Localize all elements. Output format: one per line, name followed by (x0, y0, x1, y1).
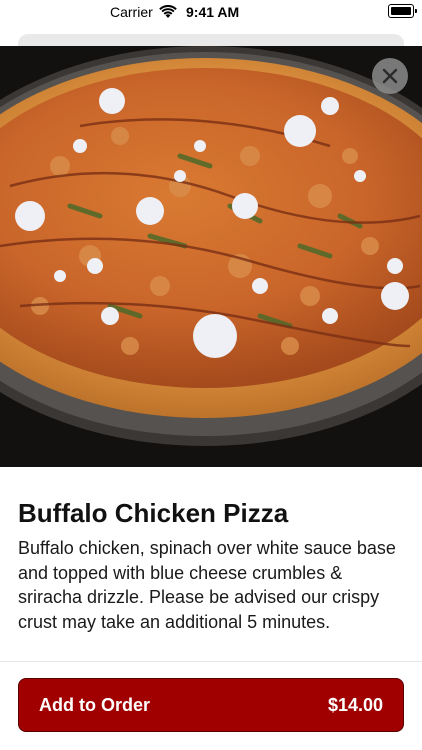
wifi-icon (158, 5, 177, 18)
price-label: $14.00 (327, 694, 383, 715)
status-left: Carrier (110, 4, 177, 20)
carrier-label: Carrier (110, 4, 153, 20)
item-description: Buffalo chicken, spinach over white sauc… (18, 538, 396, 632)
status-bar: Carrier 9:41 AM (0, 0, 422, 26)
add-to-order-button[interactable]: Add to Order $14.00 (18, 678, 404, 732)
item-image (0, 46, 422, 467)
status-time: 9:41 AM (186, 4, 240, 20)
close-icon (382, 68, 398, 84)
add-to-order-label: Add to Order (39, 694, 150, 715)
battery-icon (388, 4, 417, 18)
divider (0, 661, 422, 662)
close-button[interactable] (372, 58, 408, 94)
item-details: Buffalo Chicken Pizza Buffalo chicken, s… (18, 496, 404, 634)
item-title: Buffalo Chicken Pizza (18, 498, 289, 528)
pizza-illustration (0, 46, 422, 467)
